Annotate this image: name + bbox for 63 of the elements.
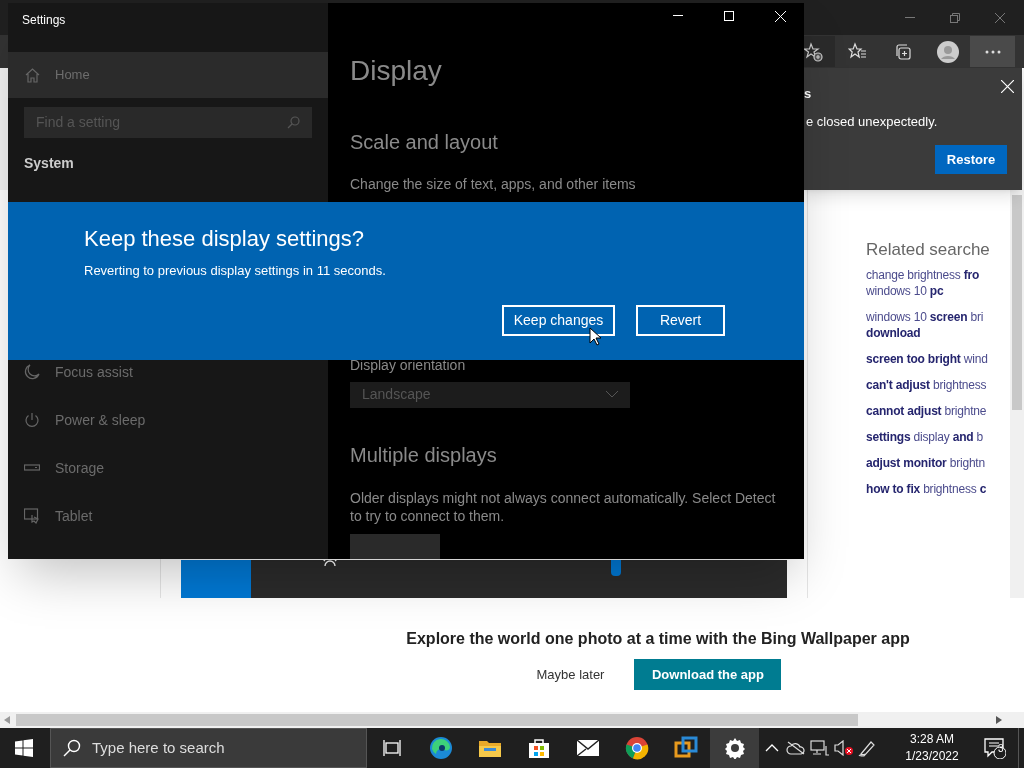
- window-title: Settings: [21, 12, 67, 28]
- cloud-icon[interactable]: [786, 741, 806, 755]
- field-label: Display orientation: [350, 355, 467, 375]
- scroll-right-icon[interactable]: [996, 716, 1002, 724]
- profile-icon[interactable]: [936, 40, 959, 63]
- section-description: Change the size of text, apps, and other items: [350, 174, 637, 194]
- storage-icon: [24, 464, 40, 472]
- category-heading: System: [23, 154, 75, 173]
- restore-icon[interactable]: [950, 12, 960, 23]
- related-search-link[interactable]: change brightness fro windows 10 pc: [866, 267, 980, 299]
- search-placeholder: Type here to search: [92, 737, 225, 758]
- related-search-link[interactable]: can't adjust brightness: [866, 377, 987, 393]
- dialog-message: Reverting to previous display settings in 11 seconds.: [84, 262, 387, 280]
- related-search-link[interactable]: cannot adjust brightne: [866, 403, 987, 419]
- related-searches-heading: Related searche: [866, 239, 990, 261]
- scrollbar-thumb[interactable]: [16, 714, 858, 726]
- minimize-icon[interactable]: [673, 15, 683, 18]
- restore-button[interactable]: Restore: [935, 145, 1007, 174]
- related-search-link[interactable]: how to fix brightness c: [866, 481, 987, 497]
- chevron-up-icon[interactable]: [765, 744, 779, 752]
- add-favorite-icon[interactable]: [802, 41, 823, 62]
- related-search-link[interactable]: settings display and b: [866, 429, 983, 445]
- folder-icon[interactable]: [477, 738, 502, 758]
- clock[interactable]: 3:28 AM 1/23/2022: [892, 731, 972, 765]
- browser-icon[interactable]: [428, 736, 453, 760]
- section-heading: Multiple displays: [350, 442, 498, 468]
- keep-changes-button[interactable]: Keep changes: [502, 305, 615, 336]
- related-search-link[interactable]: screen too bright wind: [866, 351, 988, 367]
- related-search-link[interactable]: windows 10 screen bri download: [866, 309, 984, 341]
- notification-title: s: [804, 85, 812, 103]
- scrollbar-thumb[interactable]: [1012, 195, 1022, 410]
- search-icon: [63, 739, 81, 757]
- cursor-icon: [589, 327, 601, 346]
- task-view-icon[interactable]: [382, 739, 401, 757]
- maximize-icon[interactable]: [724, 11, 734, 22]
- section-description: Older displays might not always connect automatically. Select Detect to try to connect to them.: [350, 488, 777, 525]
- search-icon: [287, 116, 300, 129]
- network-icon[interactable]: [810, 740, 830, 756]
- chevron-down-icon: [606, 391, 618, 399]
- more-icon[interactable]: [983, 48, 1002, 55]
- banner-text: Explore the world one photo at a time with the Bing Wallpaper app: [406, 629, 910, 649]
- dialog-title: Keep these display settings?: [84, 225, 366, 253]
- maybe-later-button[interactable]: Maybe later: [534, 659, 607, 690]
- windows-logo-icon[interactable]: [15, 739, 33, 757]
- tablet-icon: [24, 508, 40, 524]
- app-icon[interactable]: [673, 736, 698, 760]
- moon-icon: [24, 364, 40, 380]
- home-icon: [25, 67, 40, 83]
- taskbar-search-field[interactable]: Type here to search: [50, 728, 367, 768]
- settings-icon[interactable]: [723, 737, 746, 759]
- speaker-muted-icon[interactable]: [834, 740, 854, 756]
- chrome-icon[interactable]: [624, 736, 649, 760]
- page-title: Display: [350, 53, 443, 88]
- download-app-button[interactable]: Download the app: [634, 659, 782, 690]
- shopping-bag-icon[interactable]: [527, 737, 550, 759]
- envelope-icon[interactable]: [575, 739, 600, 757]
- related-search-link[interactable]: adjust monitor brightn: [866, 455, 985, 471]
- power-icon: [24, 412, 40, 428]
- notification-count: 3: [998, 743, 1004, 755]
- notifications-icon[interactable]: [984, 737, 1006, 759]
- section-heading: Scale and layout: [350, 129, 499, 155]
- notification-message: e closed unexpectedly.: [805, 112, 939, 131]
- revert-button[interactable]: Revert: [636, 305, 725, 336]
